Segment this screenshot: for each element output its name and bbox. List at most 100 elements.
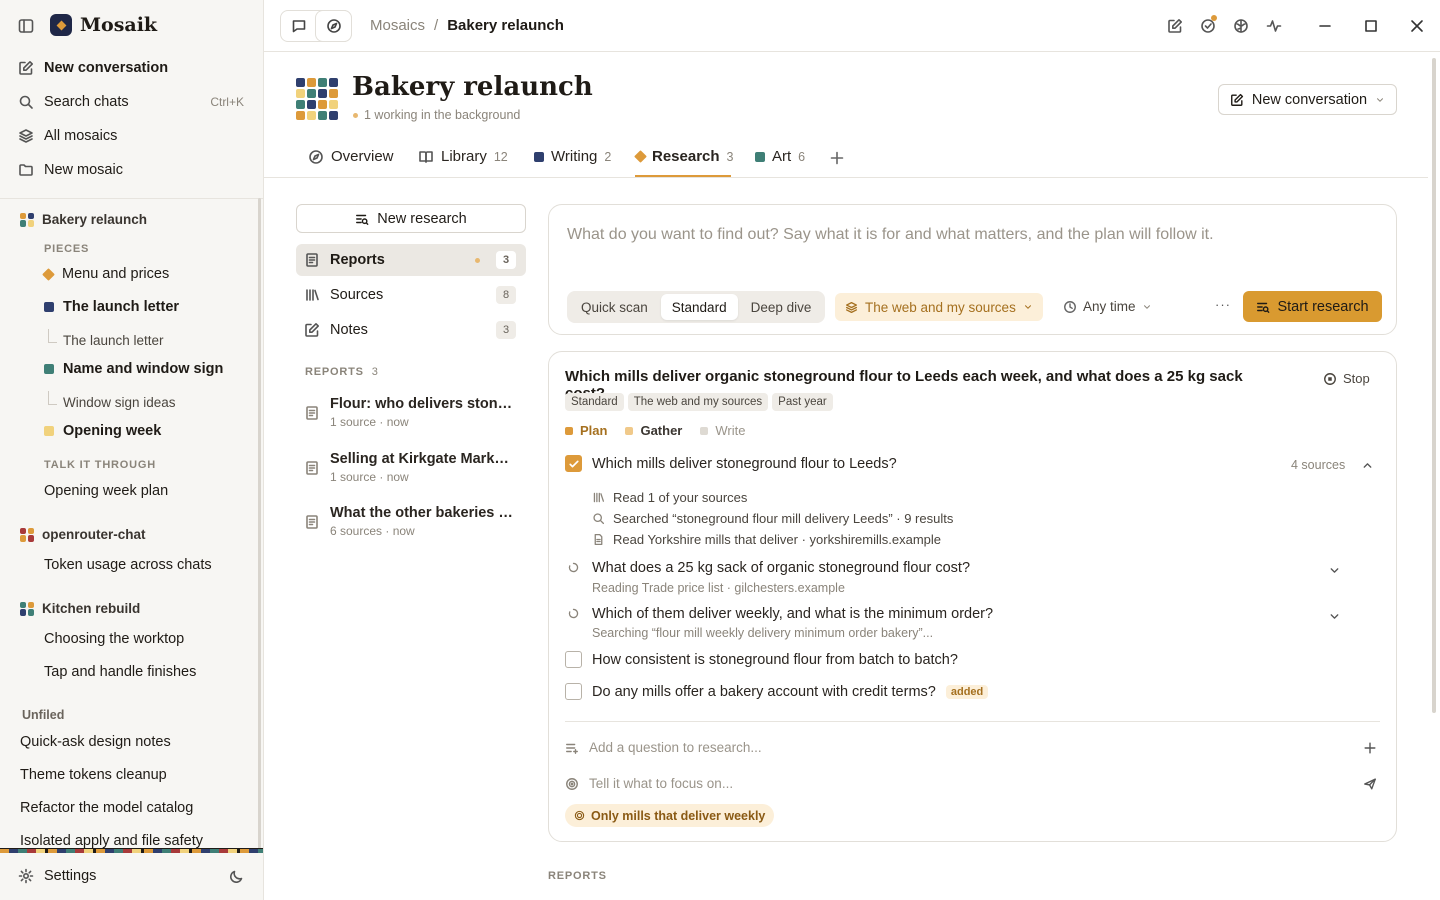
maximize-icon[interactable] (1363, 18, 1379, 34)
note-icon (305, 323, 319, 337)
talk-item[interactable]: Opening week plan (44, 483, 168, 499)
sidebar-scrollbar[interactable] (258, 198, 261, 850)
all-mosaics-button[interactable]: All mosaics (18, 128, 117, 144)
unfiled-item[interactable]: Quick-ask design notes (20, 734, 171, 750)
report-icon (306, 515, 318, 529)
pieces-label: PIECES (44, 243, 90, 255)
unfiled-item[interactable]: Theme tokens cleanup (20, 767, 167, 783)
tasks-icon[interactable] (1200, 15, 1217, 34)
nav-sources[interactable]: Sources 8 (296, 279, 526, 311)
phase-plan: Plan (580, 423, 608, 438)
chevron-down-icon[interactable] (1328, 564, 1341, 577)
main-scrollbar[interactable] (1432, 58, 1436, 713)
tab-research[interactable]: Research 3 (634, 148, 734, 165)
start-research-button[interactable]: Start research (1243, 291, 1382, 322)
new-conversation-button[interactable]: New conversation (18, 60, 168, 76)
research-composer: What do you want to find out? Say what i… (548, 204, 1397, 335)
edit-icon (19, 61, 33, 75)
tab-art[interactable]: Art 6 (755, 148, 805, 165)
topbar: Mosaics / Bakery relaunch (264, 0, 1440, 52)
group-bakery-relaunch[interactable]: Bakery relaunch (20, 212, 147, 227)
tag-chip: Standard (565, 393, 624, 411)
report-item[interactable]: Flour: who delivers stoneground flour1 s… (304, 396, 526, 429)
search-chats-button[interactable]: Search chats Ctrl+K (18, 94, 244, 110)
report-icon (306, 461, 318, 475)
piece-child-window-sign-ideas[interactable]: Window sign ideas (48, 391, 176, 410)
new-mosaic-button[interactable]: New mosaic (18, 162, 123, 178)
stop-button[interactable]: Stop (1323, 371, 1370, 386)
background-status: 1 working in the background (353, 108, 520, 122)
research-question[interactable]: Which mills deliver stoneground flour to… (565, 455, 897, 472)
tab-overview[interactable]: Overview (308, 148, 394, 165)
stop-icon (1324, 372, 1336, 385)
chat-item[interactable]: Token usage across chats (44, 557, 212, 573)
sidebar-toggle-icon[interactable] (18, 18, 34, 34)
piece-child-launch-letter[interactable]: The launch letter (48, 329, 164, 348)
brain-icon[interactable] (1233, 18, 1249, 34)
piece-launch-letter[interactable]: The launch letter (44, 299, 179, 315)
research-icon (356, 214, 369, 225)
explore-view-button[interactable] (316, 11, 351, 41)
piece-opening-week[interactable]: Opening week (44, 423, 161, 439)
group-kitchen-rebuild[interactable]: Kitchen rebuild (20, 601, 140, 616)
depth-standard[interactable]: Standard (660, 294, 738, 320)
depth-selector[interactable]: Quick scan Standard Deep dive (567, 291, 826, 323)
report-icon (306, 406, 318, 420)
spinner-icon (565, 605, 582, 622)
square-icon (44, 426, 54, 436)
unfiled-item[interactable]: Refactor the model catalog (20, 800, 193, 816)
header-new-conversation-button[interactable]: New conversation (1218, 84, 1397, 115)
add-tab-icon[interactable] (829, 150, 845, 166)
sidebar: Mosaik New conversation Search chats Ctr… (0, 0, 264, 900)
report-icon (306, 253, 318, 267)
settings-button[interactable]: Settings (18, 868, 96, 884)
piece-name-and-window-sign[interactable]: Name and window sign (44, 361, 223, 377)
chevron-down-icon[interactable] (1328, 610, 1341, 623)
nav-notes[interactable]: Notes 3 (296, 314, 526, 346)
checkbox-checked[interactable] (565, 455, 582, 472)
report-item[interactable]: What the other bakeries charge6 sources … (304, 505, 526, 538)
target-icon (574, 810, 585, 821)
more-options-button[interactable]: ··· (1215, 297, 1231, 312)
checkbox[interactable] (565, 683, 582, 700)
checkbox[interactable] (565, 651, 582, 668)
talk-it-through-label: TALK IT THROUGH (44, 459, 157, 471)
chat-item[interactable]: Tap and handle finishes (44, 664, 196, 680)
research-question[interactable]: How consistent is stoneground flour from… (565, 651, 958, 668)
new-research-button[interactable]: New research (296, 204, 526, 233)
moon-icon[interactable] (228, 869, 244, 885)
unfiled-item[interactable]: Isolated apply and file safety (20, 833, 203, 848)
add-question-input[interactable]: Add a question to research... (565, 740, 1377, 755)
close-icon[interactable] (1409, 18, 1425, 34)
library-icon (593, 492, 605, 503)
research-query-input[interactable]: What do you want to find out? Say what i… (567, 226, 1214, 244)
research-question[interactable]: What does a 25 kg sack of organic stoneg… (565, 559, 970, 576)
phase-write: Write (715, 423, 746, 438)
depth-deep-dive[interactable]: Deep dive (740, 300, 823, 315)
view-switch[interactable] (280, 10, 352, 42)
breadcrumb-parent[interactable]: Mosaics (370, 17, 425, 34)
list-add-icon (566, 743, 578, 754)
nav-reports[interactable]: Reports 3 (296, 244, 526, 276)
activity-icon[interactable] (1266, 18, 1282, 34)
piece-menu-and-prices[interactable]: Menu and prices (42, 266, 169, 282)
focus-chip[interactable]: Only mills that deliver weekly (565, 804, 775, 827)
gear-icon (18, 868, 34, 884)
group-openrouter-chat[interactable]: openrouter-chat (20, 527, 146, 542)
time-dropdown[interactable]: Any time (1063, 299, 1152, 314)
sources-dropdown[interactable]: The web and my sources (835, 293, 1043, 321)
research-question[interactable]: Which of them deliver weekly, and what i… (565, 605, 993, 622)
minimize-icon[interactable] (1317, 18, 1333, 34)
focus-input[interactable]: Tell it what to focus on... (565, 776, 1377, 791)
report-item[interactable]: Selling at Kirkgate Market: stall1 sourc… (304, 451, 526, 484)
chat-item[interactable]: Choosing the worktop (44, 631, 184, 647)
chevron-up-icon[interactable] (1361, 459, 1374, 472)
research-question[interactable]: Do any mills offer a bakery account with… (565, 683, 989, 700)
depth-quick-scan[interactable]: Quick scan (570, 300, 659, 315)
compose-icon[interactable] (1167, 18, 1183, 34)
chat-view-button[interactable] (281, 11, 316, 41)
tab-writing[interactable]: Writing 2 (534, 148, 611, 165)
compass-icon (326, 19, 341, 33)
question-status: Reading Trade price list · gilchesters.e… (592, 581, 845, 595)
tab-library[interactable]: Library 12 (418, 148, 508, 165)
